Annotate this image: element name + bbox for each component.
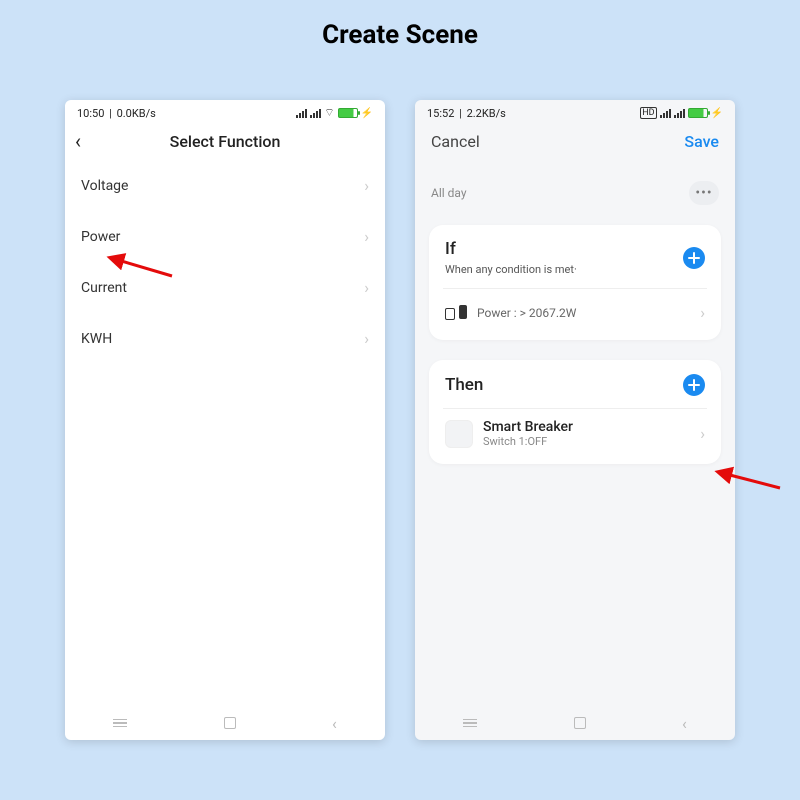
then-card: Then Smart Breaker Switch 1:OFF › <box>429 360 721 464</box>
home-button[interactable] <box>574 717 586 729</box>
condition-row[interactable]: Power : > 2067.2W › <box>445 289 705 332</box>
condition-left: Power : > 2067.2W <box>445 305 576 321</box>
status-bar: 10:50 | 0.0KB/s ⌔ ⚡ <box>65 100 385 122</box>
status-right: HD ⚡ <box>640 107 723 119</box>
chevron-right-icon: › <box>364 176 369 195</box>
list-item-kwh[interactable]: KWH › <box>65 313 385 364</box>
hd-icon: HD <box>640 107 656 119</box>
status-right: ⌔ ⚡ <box>296 106 373 120</box>
list-item-voltage[interactable]: Voltage › <box>65 160 385 211</box>
recents-button[interactable] <box>113 719 127 728</box>
list-item-label: Power <box>81 229 120 245</box>
nav-title: Select Function <box>75 132 375 151</box>
charge-icon: ⚡ <box>361 108 373 119</box>
schedule-label: All day <box>431 186 467 200</box>
signal-icon <box>296 108 307 118</box>
status-sep: | <box>106 107 114 120</box>
if-title: If <box>445 239 577 259</box>
schedule-row: All day ••• <box>415 157 735 215</box>
list-item-power[interactable]: Power › <box>65 211 385 262</box>
system-nav: ‹ <box>415 706 735 740</box>
card-head: Then <box>445 374 705 396</box>
recents-button[interactable] <box>463 719 477 728</box>
list-item-label: Voltage <box>81 178 128 194</box>
device-thumb-icon <box>445 420 473 448</box>
wifi-icon: ⌔ <box>324 106 334 120</box>
add-condition-button[interactable] <box>683 247 705 269</box>
signal-icon <box>674 108 685 118</box>
status-left: 15:52 | 2.2KB/s <box>427 107 506 120</box>
status-speed: 0.0KB/s <box>117 107 156 120</box>
add-action-button[interactable] <box>683 374 705 396</box>
status-sep: | <box>456 107 464 120</box>
condition-text: Power : > 2067.2W <box>477 306 576 320</box>
status-speed: 2.2KB/s <box>467 107 506 120</box>
status-time: 15:52 <box>427 107 454 120</box>
home-button[interactable] <box>224 717 236 729</box>
signal-icon <box>310 108 321 118</box>
chevron-right-icon: › <box>364 227 369 246</box>
chevron-right-icon: › <box>700 424 705 443</box>
status-time: 10:50 <box>77 107 104 120</box>
list-item-label: KWH <box>81 331 112 347</box>
page-title: Create Scene <box>0 0 800 50</box>
then-title: Then <box>445 375 483 395</box>
plus-icon <box>688 252 700 264</box>
chevron-right-icon: › <box>364 278 369 297</box>
if-card: If When any condition is met· Power : > … <box>429 225 721 340</box>
signal-icon <box>660 108 671 118</box>
nav-top: Cancel Save <box>415 122 735 157</box>
back-button-sys[interactable]: ‹ <box>682 714 687 733</box>
device-name: Smart Breaker <box>483 419 573 435</box>
action-row[interactable]: Smart Breaker Switch 1:OFF › <box>445 409 705 456</box>
phone-screen-1: 10:50 | 0.0KB/s ⌔ ⚡ ‹ Select Function Vo… <box>65 100 385 740</box>
system-nav: ‹ <box>65 706 385 740</box>
back-button-sys[interactable]: ‹ <box>332 714 337 733</box>
phones-container: 10:50 | 0.0KB/s ⌔ ⚡ ‹ Select Function Vo… <box>0 100 800 740</box>
card-head: If When any condition is met· <box>445 239 705 276</box>
chevron-right-icon: › <box>364 329 369 348</box>
plus-icon <box>688 379 700 391</box>
phone-screen-2: 15:52 | 2.2KB/s HD ⚡ Cancel Save All day… <box>415 100 735 740</box>
action-left: Smart Breaker Switch 1:OFF <box>445 419 573 448</box>
battery-icon <box>688 108 708 118</box>
status-left: 10:50 | 0.0KB/s <box>77 107 156 120</box>
cancel-button[interactable]: Cancel <box>431 132 480 151</box>
nav-top: ‹ Select Function <box>65 122 385 160</box>
charge-icon: ⚡ <box>711 108 723 119</box>
list-item-current[interactable]: Current › <box>65 262 385 313</box>
chevron-right-icon: › <box>700 303 705 322</box>
more-button[interactable]: ••• <box>689 181 719 205</box>
save-button[interactable]: Save <box>684 132 719 151</box>
device-action: Switch 1:OFF <box>483 435 573 448</box>
status-bar: 15:52 | 2.2KB/s HD ⚡ <box>415 100 735 122</box>
battery-icon <box>338 108 358 118</box>
if-subtitle: When any condition is met· <box>445 263 577 276</box>
list-item-label: Current <box>81 280 127 296</box>
device-icon <box>445 305 467 321</box>
